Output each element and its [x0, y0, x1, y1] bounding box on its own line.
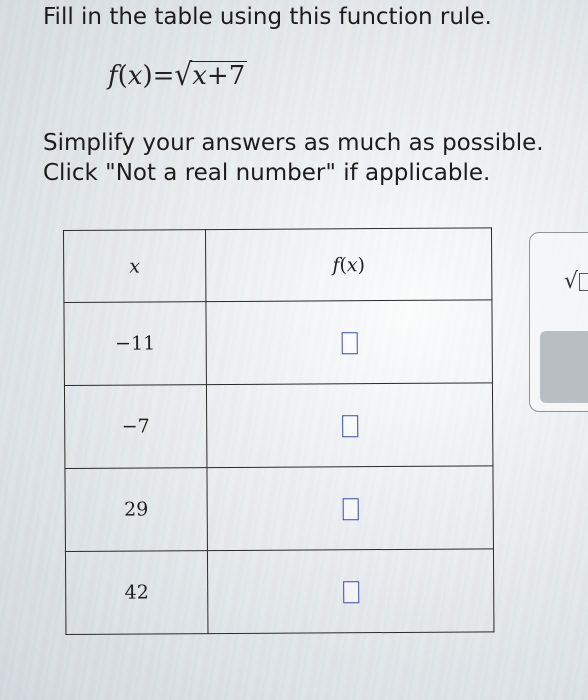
table-row: 42 — [65, 548, 494, 635]
header-fx-open: ( — [339, 253, 347, 276]
table-header-row: x f(x) — [63, 227, 492, 303]
instruction-line-2: Simplify your answers as much as possibl… — [43, 130, 544, 156]
answer-input-3[interactable] — [342, 497, 359, 520]
x-value-cell: −7 — [64, 384, 207, 469]
formula-function-name: f — [108, 61, 118, 91]
formula-close-paren: ) — [142, 61, 153, 91]
formula-equals: = — [152, 61, 175, 91]
answer-cell — [207, 548, 494, 634]
header-x: x — [63, 229, 206, 303]
radicand-constant: +7 — [206, 61, 246, 91]
header-fx-var: x — [346, 253, 358, 276]
table-row: −11 — [63, 299, 493, 386]
not-real-number-button[interactable] — [540, 331, 588, 403]
answer-cell — [205, 299, 493, 385]
header-fx: f(x) — [205, 227, 492, 302]
x-value-cell: −11 — [63, 301, 207, 386]
formula-variable: x — [127, 61, 143, 91]
function-formula: f(x)=√x+7 — [108, 56, 248, 93]
math-tool-panel: √ — [529, 232, 588, 412]
header-fx-close: ) — [357, 253, 366, 276]
table-row: −7 — [64, 382, 493, 469]
sqrt-symbol: √ — [174, 56, 193, 93]
table-row: 29 — [64, 465, 494, 552]
answer-input-2[interactable] — [341, 414, 358, 437]
formula-radicand: x+7 — [191, 61, 248, 91]
sqrt-tool-button[interactable]: √ — [564, 269, 588, 294]
instruction-line-3: Click "Not a real number" if applicable. — [43, 160, 491, 186]
sqrt-placeholder-box — [579, 273, 588, 291]
function-table: x f(x) −11 −7 29 42 — [63, 227, 494, 635]
sqrt-icon: √ — [564, 269, 579, 294]
formula-open-paren: ( — [117, 61, 128, 91]
x-value-cell: 29 — [64, 467, 208, 552]
answer-input-4[interactable] — [342, 580, 359, 603]
radicand-variable: x — [192, 61, 207, 91]
x-value-cell: 42 — [65, 550, 208, 635]
answer-cell — [206, 465, 494, 551]
answer-input-1[interactable] — [341, 331, 358, 354]
instruction-line-1: Fill in the table using this function ru… — [43, 4, 492, 30]
answer-cell — [206, 382, 493, 468]
